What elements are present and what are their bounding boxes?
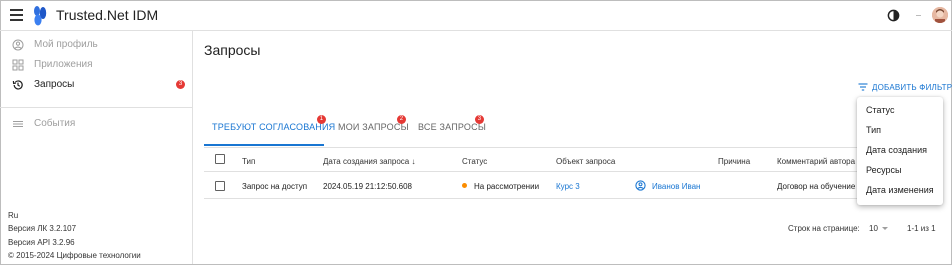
sidebar: Мой профиль Приложения Запросы 3 События…: [0, 31, 193, 264]
menu-icon[interactable]: [10, 9, 23, 21]
sidebar-item-label: Запросы: [34, 79, 75, 90]
sidebar-item-label: Мой профиль: [34, 39, 98, 50]
tab-label: ТРЕБУЮТ СОГЛАСОВАНИЯ: [212, 122, 336, 132]
sidebar-item-label: Приложения: [34, 59, 93, 70]
user-menu[interactable]: [916, 7, 948, 25]
column-header-comment[interactable]: Комментарий автора: [777, 157, 855, 166]
lk-version: Версия ЛК 3.2.107: [8, 224, 77, 233]
filter-option-status[interactable]: Статус: [866, 105, 894, 115]
filter-option-created-date[interactable]: Дата создания: [866, 145, 927, 155]
sidebar-item-events[interactable]: События: [12, 115, 188, 133]
filter-option-type[interactable]: Тип: [866, 125, 881, 135]
column-header-label: Дата создания запроса: [323, 157, 410, 166]
tab-requires-approval[interactable]: ТРЕБУЮТ СОГЛАСОВАНИЯ 1: [204, 113, 335, 146]
account-circle-icon: [12, 39, 24, 51]
rows-per-page-label: Строк на странице:: [788, 224, 860, 233]
tab-badge: 3: [475, 115, 484, 124]
tab-badge: 1: [317, 115, 326, 124]
column-header-created[interactable]: Дата создания запроса ↓: [323, 157, 415, 166]
avatar[interactable]: [932, 7, 948, 23]
filter-option-resources[interactable]: Ресурсы: [866, 165, 902, 175]
column-header-object[interactable]: Объект запроса: [556, 157, 615, 166]
theme-toggle-icon[interactable]: [887, 9, 900, 22]
sidebar-item-profile[interactable]: Мой профиль: [12, 36, 188, 54]
sort-arrow-icon: ↓: [411, 157, 416, 166]
sidebar-item-label: События: [34, 118, 76, 129]
add-filter-label: ДОБАВИТЬ ФИЛЬТР: [872, 83, 952, 92]
sidebar-divider: [0, 107, 192, 108]
tab-my-requests[interactable]: МОИ ЗАПРОСЫ 2: [330, 113, 409, 146]
cell-type: Запрос на доступ: [242, 182, 308, 191]
top-app-bar: Trusted.Net IDM: [0, 0, 952, 31]
status-label: На рассмотрении: [474, 182, 540, 191]
app-title: Trusted.Net IDM: [56, 7, 159, 23]
api-version: Версия API 3.2.96: [8, 238, 75, 247]
filter-option-modified-date[interactable]: Дата изменения: [866, 185, 934, 195]
requests-count-badge: 3: [176, 80, 185, 89]
tab-all-requests[interactable]: ВСЕ ЗАПРОСЫ 3: [410, 113, 486, 146]
tab-label: МОИ ЗАПРОСЫ: [338, 122, 409, 132]
account-circle-icon: [635, 180, 646, 191]
filter-menu: Статус Тип Дата создания Ресурсы Дата из…: [857, 97, 943, 205]
column-header-type[interactable]: Тип: [242, 157, 255, 166]
column-header-status[interactable]: Статус: [462, 157, 487, 166]
filter-icon: [858, 83, 868, 91]
sidebar-item-applications[interactable]: Приложения: [12, 56, 188, 74]
apps-grid-icon: [12, 59, 24, 71]
status-pending-dot: [462, 183, 467, 188]
table-row[interactable]: Запрос на доступ 2024.05.19 21:12:50.608…: [204, 173, 936, 199]
sidebar-item-requests[interactable]: Запросы 3: [12, 76, 188, 94]
object-link[interactable]: Курс 3: [556, 182, 580, 191]
table-header: Тип Дата создания запроса ↓ Статус Объек…: [204, 148, 936, 172]
cell-created: 2024.05.19 21:12:50.608: [323, 182, 412, 191]
separator: [916, 15, 921, 16]
chevron-down-icon[interactable]: [882, 227, 888, 230]
select-all-checkbox[interactable]: [215, 154, 225, 164]
rows-per-page-select[interactable]: 10: [869, 224, 878, 233]
cell-comment: Договор на обучение: [777, 182, 856, 191]
app-logo: [34, 6, 47, 26]
column-header-reason[interactable]: Причина: [718, 157, 750, 166]
copyright: © 2015-2024 Цифровые технологии: [8, 251, 141, 260]
cell-status: На рассмотрении: [462, 182, 539, 191]
row-checkbox[interactable]: [215, 181, 225, 191]
list-icon: [13, 121, 23, 127]
language-switch[interactable]: Ru: [8, 211, 18, 220]
page-title: Запросы: [204, 42, 261, 58]
history-icon: [12, 80, 23, 90]
pagination-range: 1-1 из 1: [907, 224, 936, 233]
tab-badge: 2: [397, 115, 406, 124]
user-link[interactable]: Иванов Иван: [652, 182, 700, 191]
tab-label: ВСЕ ЗАПРОСЫ: [418, 122, 486, 132]
